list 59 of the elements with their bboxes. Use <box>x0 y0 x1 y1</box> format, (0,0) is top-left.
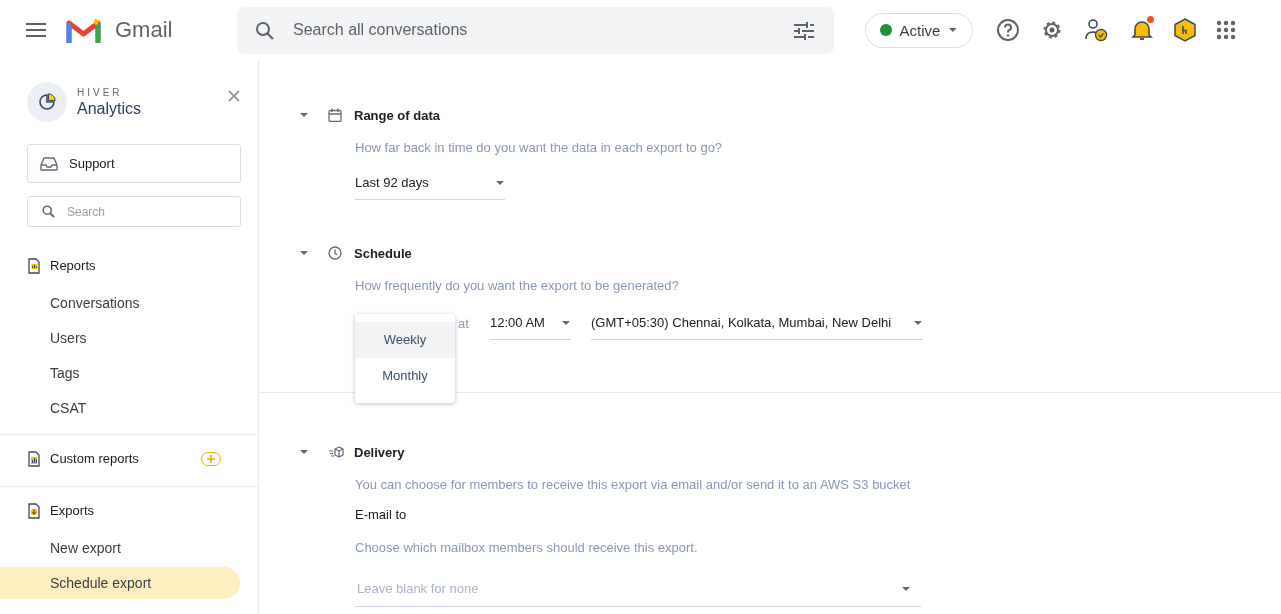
hexagon-logo-icon[interactable] <box>1174 18 1196 42</box>
field-label: E-mail to <box>355 506 408 524</box>
chevron-icon[interactable] <box>299 449 309 455</box>
chevron-icon[interactable] <box>299 250 309 256</box>
caret-icon <box>561 319 571 326</box>
person-check-icon[interactable] <box>1084 18 1108 42</box>
status-button[interactable]: Active <box>865 12 973 48</box>
document-chart-icon <box>27 502 41 519</box>
close-icon[interactable] <box>228 90 240 102</box>
brand-overline: HIVER <box>77 86 124 98</box>
nav-item[interactable]: Schedule export <box>0 567 240 599</box>
caret-icon <box>948 27 958 33</box>
menu-icon[interactable] <box>26 23 46 37</box>
document-chart-icon <box>27 450 41 467</box>
nav-item[interactable]: Users <box>0 322 240 354</box>
apps-grid-icon[interactable] <box>1216 20 1236 40</box>
plus-icon <box>206 453 216 464</box>
connector-label: at <box>458 315 470 331</box>
recipients-field[interactable]: Leave blank for none <box>355 571 921 607</box>
tray-icon <box>40 156 58 171</box>
search-icon <box>255 20 275 41</box>
clock-icon <box>328 246 344 260</box>
search-field[interactable]: Search <box>27 196 241 227</box>
nav-item[interactable]: Tags <box>0 357 240 389</box>
section-description: How frequently do you want the export to be generated? <box>355 277 680 295</box>
search-field[interactable]: Search all conversations <box>237 6 834 54</box>
menu-option[interactable]: Monthly <box>355 358 455 394</box>
filter-icon[interactable] <box>794 21 814 40</box>
timezone-select[interactable]: (GMT+05:30) Chennai, Kolkata, Mumbai, New Delhi <box>591 306 923 340</box>
section-title: Range of data <box>354 107 440 123</box>
app-name: Gmail <box>115 17 173 43</box>
envelope-logo-icon <box>66 17 101 43</box>
group-heading[interactable]: Exports <box>50 503 95 518</box>
section-title: Delivery <box>354 444 405 460</box>
nav-item[interactable]: Conversations <box>0 287 240 319</box>
brand-title: Analytics <box>77 99 142 118</box>
section-description: You can choose for members to receive this export via email and/or send it to an AWS S3 bucket <box>355 476 912 494</box>
group-heading[interactable]: Custom reports <box>50 451 139 466</box>
time-select[interactable]: 12:00 AM <box>490 306 571 340</box>
menu-option[interactable]: Weekly <box>355 322 455 358</box>
range-select[interactable]: Last 92 days <box>355 166 505 200</box>
help-icon[interactable] <box>996 18 1020 42</box>
nav-item[interactable]: New export <box>0 532 240 564</box>
nav-item[interactable]: CSAT <box>0 392 240 424</box>
caret-icon <box>901 586 911 592</box>
pie-chart-icon <box>38 93 56 111</box>
inbox-selector[interactable]: Support <box>27 144 241 183</box>
bell-icon[interactable] <box>1130 18 1154 42</box>
search-icon <box>42 205 55 218</box>
section-title: Schedule <box>354 245 412 261</box>
box-icon <box>328 445 344 459</box>
caret-icon <box>495 179 505 186</box>
chevron-icon[interactable] <box>299 112 309 118</box>
group-heading[interactable]: Reports <box>50 258 96 273</box>
document-chart-icon <box>27 257 41 274</box>
section-description: How far back in time do you want the data in each export to go? <box>355 139 724 157</box>
calendar-icon <box>328 108 344 122</box>
caret-icon <box>913 319 923 326</box>
field-hint: Choose which mailbox members should receive this export. <box>355 539 699 557</box>
